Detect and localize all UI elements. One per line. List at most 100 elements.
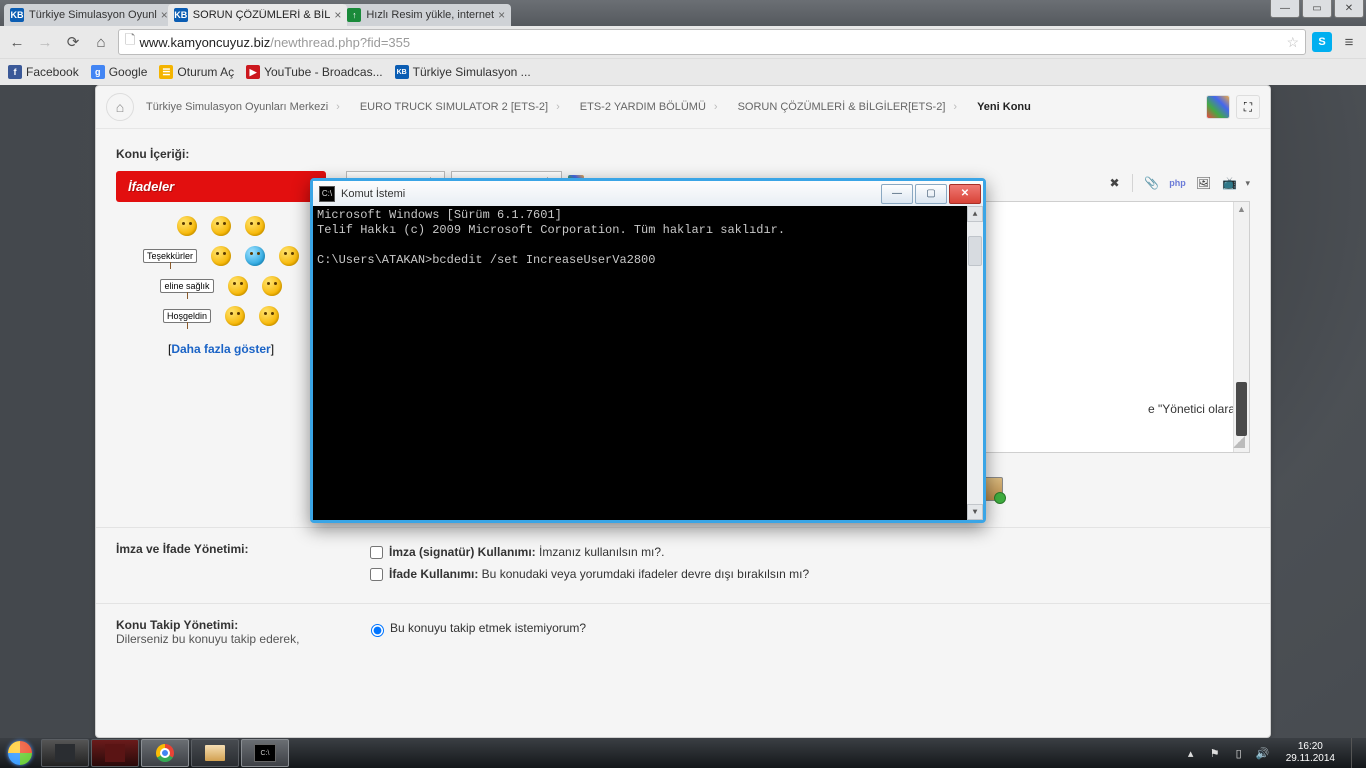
- scroll-up-icon[interactable]: ▲: [967, 206, 983, 222]
- browser-tab-1[interactable]: KB SORUN ÇÖZÜMLERİ & BİL ×: [168, 4, 348, 26]
- scroll-thumb[interactable]: [1236, 382, 1247, 436]
- smiley-icon[interactable]: [262, 276, 282, 296]
- smiley-icon[interactable]: [228, 276, 248, 296]
- scroll-thumb[interactable]: [968, 236, 982, 266]
- windows-orb-icon: [8, 741, 32, 765]
- nav-back-button[interactable]: ←: [6, 31, 28, 53]
- bookmark-star-icon[interactable]: ☆: [1286, 34, 1299, 51]
- scroll-up-icon[interactable]: ▲: [1237, 204, 1246, 214]
- breadcrumb-home-icon[interactable]: ⌂: [106, 93, 134, 121]
- browser-tabstrip: KB Türkiye Simulasyon Oyunl × KB SORUN Ç…: [0, 0, 1366, 26]
- cmd-output[interactable]: Microsoft Windows [Sürüm 6.1.7601] Telif…: [313, 206, 983, 520]
- smiley-icon[interactable]: [259, 306, 279, 326]
- breadcrumb: ⌂ Türkiye Simulasyon Oyunları Merkezi EU…: [96, 86, 1270, 129]
- smiley-icon[interactable]: [211, 246, 231, 266]
- bookmark-facebook[interactable]: fFacebook: [8, 65, 79, 79]
- taskbar-app[interactable]: [41, 739, 89, 767]
- cmd-title-text: Komut İstemi: [341, 188, 405, 200]
- editor-scrollbar[interactable]: ▲ ▼: [1233, 202, 1249, 452]
- section-content-label: Konu İçeriği:: [116, 147, 1250, 161]
- start-button[interactable]: [0, 738, 40, 768]
- breadcrumb-item[interactable]: Türkiye Simulasyon Oyunları Merkezi: [138, 97, 348, 117]
- tab-title: Türkiye Simulasyon Oyunl: [29, 9, 157, 21]
- tab-title: Hızlı Resim yükle, internet: [366, 9, 494, 21]
- tab-favicon: KB: [174, 8, 188, 22]
- cmd-titlebar[interactable]: C:\ Komut İstemi ― ▢ ✕: [313, 181, 983, 206]
- nav-forward-button[interactable]: →: [34, 31, 56, 53]
- tab-close-icon[interactable]: ×: [161, 8, 168, 22]
- follow-none-radio[interactable]: [371, 624, 384, 637]
- resize-handle-icon[interactable]: [1233, 436, 1245, 448]
- php-icon[interactable]: php: [1167, 173, 1187, 193]
- skype-ext-icon[interactable]: S: [1312, 32, 1332, 52]
- signature-section-label: İmza ve İfade Yönetimi:: [116, 542, 336, 585]
- smiley-icon[interactable]: [245, 216, 265, 236]
- tray-flag-icon[interactable]: ⚑: [1208, 746, 1222, 760]
- image-icon[interactable]: 🖼: [1193, 173, 1213, 193]
- page-icon: 🗋: [125, 31, 135, 53]
- theme-switch-icon[interactable]: [1206, 95, 1230, 119]
- cmd-scrollbar[interactable]: ▲ ▼: [967, 206, 983, 520]
- tray-volume-icon[interactable]: 🔊: [1256, 746, 1270, 760]
- scroll-down-icon[interactable]: ▼: [967, 504, 983, 520]
- smiley-icon[interactable]: [177, 216, 197, 236]
- breadcrumb-item[interactable]: SORUN ÇÖZÜMLERİ & BİLGİLER[ETS-2]: [730, 97, 966, 117]
- url-input[interactable]: 🗋 www.kamyoncuyuz.biz/newthread.php?fid=…: [118, 29, 1306, 55]
- window-close-button[interactable]: ✕: [1334, 0, 1364, 18]
- cmd-min-button[interactable]: ―: [881, 184, 913, 204]
- show-desktop-button[interactable]: [1351, 738, 1360, 768]
- breadcrumb-item[interactable]: ETS-2 YARDIM BÖLÜMÜ: [572, 97, 726, 117]
- tab-favicon: ↑: [347, 8, 361, 22]
- browser-tab-0[interactable]: KB Türkiye Simulasyon Oyunl ×: [4, 4, 174, 26]
- cmd-close-button[interactable]: ✕: [949, 184, 981, 204]
- smiley-icon[interactable]: [211, 216, 231, 236]
- disable-smileys-checkbox[interactable]: [370, 568, 383, 581]
- bookmarks-bar: fFacebook gGoogle ☰Oturum Aç ▶YouTube - …: [0, 58, 1366, 85]
- smiley-icon[interactable]: [279, 246, 299, 266]
- taskbar-app[interactable]: [91, 739, 139, 767]
- url-path: /newthread.php?fid=355: [270, 35, 410, 50]
- breadcrumb-current: Yeni Konu: [969, 97, 1047, 117]
- url-host: www.kamyoncuyuz.biz: [139, 35, 270, 50]
- follow-section-label: Konu Takip Yönetimi: Dilerseniz bu konuy…: [116, 618, 336, 646]
- taskbar: C:\ ▴ ⚑ ▯ 🔊 16:20 29.11.2014: [0, 738, 1366, 768]
- tray-network-icon[interactable]: ▯: [1232, 746, 1246, 760]
- bookmark-google[interactable]: gGoogle: [91, 65, 148, 79]
- tab-title: SORUN ÇÖZÜMLERİ & BİL: [193, 9, 331, 21]
- tab-close-icon[interactable]: ×: [498, 8, 505, 22]
- bookmark-youtube[interactable]: ▶YouTube - Broadcas...: [246, 65, 383, 79]
- remove-format-icon[interactable]: ✖: [1104, 173, 1124, 193]
- cmd-window[interactable]: C:\ Komut İstemi ― ▢ ✕ Microsoft Windows…: [310, 178, 986, 523]
- browser-tab-2[interactable]: ↑ Hızlı Resim yükle, internet ×: [341, 4, 511, 26]
- taskbar-explorer[interactable]: [191, 739, 239, 767]
- chrome-menu-button[interactable]: ≡: [1338, 31, 1360, 53]
- window-max-button[interactable]: ▭: [1302, 0, 1332, 18]
- tab-close-icon[interactable]: ×: [334, 8, 341, 22]
- bookmark-login[interactable]: ☰Oturum Aç: [159, 65, 234, 79]
- cmd-icon: C:\: [319, 186, 335, 202]
- nav-home-button[interactable]: ⌂: [90, 31, 112, 53]
- smiley-icon[interactable]: [245, 246, 265, 266]
- tray-clock[interactable]: 16:20 29.11.2014: [1280, 739, 1341, 767]
- cmd-max-button[interactable]: ▢: [915, 184, 947, 204]
- taskbar-cmd[interactable]: C:\: [241, 739, 289, 767]
- smileys-grid: Teşekkürler eline sağlık Hoşgeldin: [116, 216, 326, 326]
- breadcrumb-item[interactable]: EURO TRUCK SIMULATOR 2 [ETS-2]: [352, 97, 568, 117]
- tray-show-hidden-icon[interactable]: ▴: [1184, 746, 1198, 760]
- window-min-button[interactable]: ―: [1270, 0, 1300, 18]
- smiley-sign[interactable]: eline sağlık: [160, 279, 213, 293]
- nav-reload-button[interactable]: ⟳: [62, 31, 84, 53]
- smiley-sign[interactable]: Hoşgeldin: [163, 309, 211, 323]
- fullscreen-icon[interactable]: ⛶: [1236, 95, 1260, 119]
- bookmark-kb[interactable]: KBTürkiye Simulasyon ...: [395, 65, 531, 79]
- smiley-icon[interactable]: [225, 306, 245, 326]
- taskbar-chrome[interactable]: [141, 739, 189, 767]
- smileys-header: İfadeler: [116, 171, 326, 202]
- smileys-more-link[interactable]: [Daha fazla göster]: [116, 342, 326, 356]
- editor-visible-text: e "Yönetici olarak: [1148, 402, 1241, 416]
- use-signature-checkbox[interactable]: [370, 546, 383, 559]
- video-icon[interactable]: 📺: [1219, 173, 1239, 193]
- smiley-sign[interactable]: Teşekkürler: [143, 249, 197, 263]
- attachment-icon[interactable]: 📎: [1141, 173, 1161, 193]
- tab-favicon: KB: [10, 8, 24, 22]
